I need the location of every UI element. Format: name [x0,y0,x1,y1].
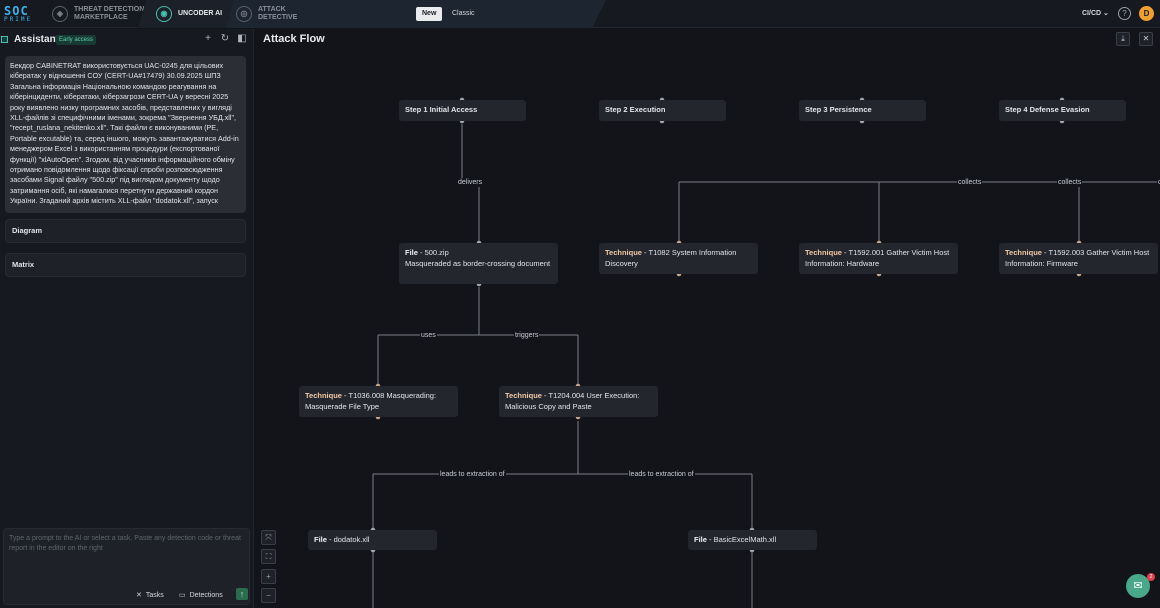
edge-label-leads-to-extraction: leads to extraction of [628,470,695,479]
edge-uses-triggers [377,287,579,386]
top-bar: SOC PRIME ◈ THREAT DETECTION MARKETPLACE… [0,0,1160,28]
assistant-title: Assistant [14,34,60,45]
node-technique-t1204[interactable]: Technique - T1204.004 User Execution: Ma… [499,386,658,417]
early-access-badge: Early access [56,35,97,45]
node-text: - dodatok.xll [326,535,370,544]
edge-continuation [372,551,753,608]
edge-label-leads-to-extraction: leads to extraction of [439,470,506,479]
matrix-section[interactable]: Matrix [5,253,246,277]
node-file-500zip[interactable]: File - 500.zip Masqueraded as border-cro… [399,243,558,284]
assistant-message: Бекдор CABINETRAT використовується UAC-0… [5,56,246,213]
assistant-sidebar: Assistant Early access + ↻ ◧ Бекдор CABI… [0,29,254,608]
node-description: Masqueraded as border-crossing document [405,258,551,268]
step-persistence[interactable]: Step 3 Persistence [799,100,926,121]
step-defense-evasion[interactable]: Step 4 Defense Evasion [999,100,1126,121]
fullscreen-icon[interactable]: ⛶ [261,549,276,564]
zoom-out-icon[interactable]: − [261,588,276,603]
node-text: - BasicExcelMath.xll [706,535,777,544]
edge-label-collects: collects [957,178,983,187]
close-icon[interactable]: ✕ [1139,32,1153,46]
detections-label: Detections [189,591,223,599]
plus-icon[interactable]: + [203,34,213,44]
panel-toggle-icon[interactable]: ◧ [237,34,247,44]
user-avatar[interactable]: D [1139,6,1154,21]
chevron-down-icon: ⌄ [1103,10,1109,17]
node-technique-t1592-001[interactable]: Technique - T1592.001 Gather Victim Host… [799,243,958,274]
node-file-basicexcelmath[interactable]: File - BasicExcelMath.xll [688,530,817,550]
node-technique-t1082[interactable]: Technique - T1082 System Information Dis… [599,243,758,274]
detections-button[interactable]: ▭ Detections [179,591,223,600]
mode-classic-toggle[interactable]: Classic [446,7,481,21]
chat-notification-badge: 2 [1147,573,1155,581]
zoom-in-icon[interactable]: + [261,569,276,584]
page-title: Attack Flow [263,33,325,45]
help-icon[interactable]: ? [1118,7,1131,20]
edge-label-delivers: delivers [457,178,484,187]
node-kind: Technique [505,391,542,400]
detections-icon: ▭ [179,592,186,599]
nav-attack-detective[interactable]: ◎ ATTACK DETECTIVE [236,0,297,28]
node-kind: File [314,535,327,544]
node-kind: Technique [1005,248,1042,257]
nav-uncoder-ai[interactable]: ◉ UNCODER AI [156,0,222,28]
diagram-section[interactable]: Diagram [5,219,246,243]
prompt-box[interactable]: Type a prompt to the AI or select a task… [3,528,250,605]
uncoder-icon: ◉ [156,6,172,22]
assistant-header: Assistant Early access + ↻ ◧ [0,29,254,51]
node-file-dodatok[interactable]: File - dodatok.xll [308,530,437,550]
history-icon[interactable]: ↻ [220,34,230,44]
node-kind: Technique [605,248,642,257]
prompt-input[interactable]: Type a prompt to the AI or select a task… [9,534,245,554]
node-technique-t1036[interactable]: Technique - T1036.008 Masquerading: Masq… [299,386,458,417]
node-kind: File [694,535,707,544]
cicd-label: CI/CD [1082,10,1102,17]
nav-label: MARKETPLACE [74,14,128,21]
node-text: - 500.zip [417,248,449,257]
tasks-icon: ✕ [136,592,142,599]
edge-label-collects: collects [1057,178,1083,187]
nav-label: DETECTIVE [258,14,298,21]
node-kind: Technique [805,248,842,257]
assistant-icon [1,36,8,43]
detective-icon: ◎ [236,6,252,22]
edge-label-triggers: triggers [514,331,540,340]
soc-prime-logo[interactable]: SOC PRIME [4,5,40,23]
fit-view-icon[interactable]: ⤧ [261,530,276,545]
attack-flow-canvas[interactable]: Attack Flow ⤓ ✕ Step 1 Initial Access St… [255,29,1160,608]
marketplace-icon: ◈ [52,6,68,22]
nav-label: THREAT DETECTION [74,6,145,13]
node-technique-t1592-003[interactable]: Technique - T1592.003 Gather Victim Host… [999,243,1158,274]
nav-threat-detection-marketplace[interactable]: ◈ THREAT DETECTION MARKETPLACE [52,0,144,28]
edge-collects [678,181,1160,242]
node-kind: File [405,248,418,257]
node-kind: Technique [305,391,342,400]
step-initial-access[interactable]: Step 1 Initial Access [399,100,526,121]
step-execution[interactable]: Step 2 Execution [599,100,726,121]
tasks-button[interactable]: ✕ Tasks [136,591,164,600]
download-icon[interactable]: ⤓ [1116,32,1130,46]
logo-subtext: PRIME [4,16,33,23]
nav-label: ATTACK [258,6,286,13]
nav-label: UNCODER AI [178,10,223,17]
tasks-label: Tasks [145,591,164,599]
edge-leads [372,421,753,529]
edge-label-uses: uses [420,331,437,340]
send-arrow-icon[interactable]: ↑ [236,588,248,600]
cicd-dropdown[interactable]: CI/CD ⌄ [1082,9,1109,17]
mode-new-toggle[interactable]: New [416,7,443,21]
